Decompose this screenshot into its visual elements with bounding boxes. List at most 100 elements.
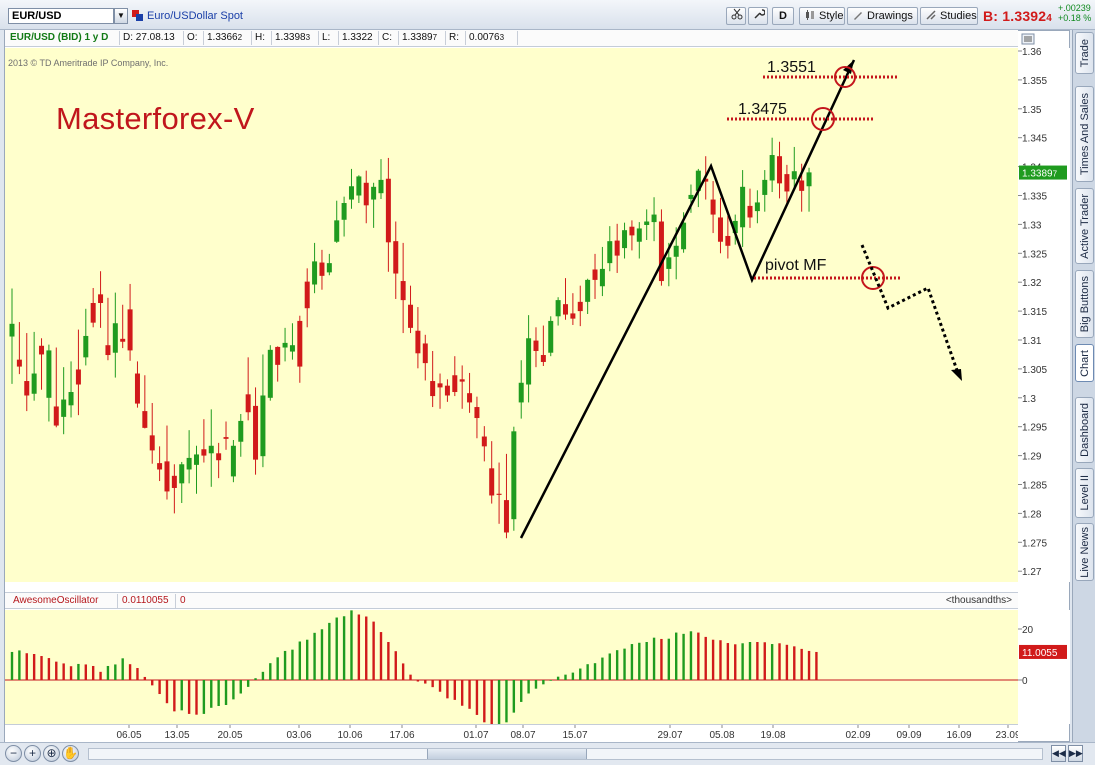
date-axis[interactable]: 06.05 13.05 20.05 03.06 10.06 17.06 01.07 08.07… xyxy=(5,724,1021,742)
wrench-tool-button[interactable] xyxy=(748,7,768,25)
oscillator-secondary-value: 0 xyxy=(175,594,186,608)
open-label: O: xyxy=(183,31,198,45)
tab-chart[interactable]: Chart xyxy=(1075,344,1094,382)
date-tick-label: 23.09 xyxy=(995,730,1018,741)
symbol-dropdown-button[interactable]: ▼ xyxy=(114,8,128,24)
style-button[interactable]: Style xyxy=(799,7,845,25)
tab-live-news[interactable]: Live News xyxy=(1075,523,1094,581)
candle xyxy=(223,421,229,450)
price-tick-label: 1.275 xyxy=(1022,538,1047,549)
candle xyxy=(526,315,532,403)
candle xyxy=(570,293,576,325)
candle xyxy=(201,419,207,463)
oscillator-name[interactable]: AwesomeOscillator xyxy=(13,595,98,606)
scroll-left-button[interactable]: ◀◀ xyxy=(1051,745,1066,762)
symbol-input[interactable]: EUR/USD xyxy=(8,8,114,24)
scissors-tool-button[interactable] xyxy=(726,7,746,25)
candle xyxy=(216,442,222,479)
date-tick-label: 09.09 xyxy=(896,730,921,741)
price-tick-label: 1.27 xyxy=(1022,567,1042,578)
tab-trade[interactable]: Trade xyxy=(1075,32,1094,74)
price-tick-label: 1.325 xyxy=(1022,249,1047,260)
candle xyxy=(157,446,163,482)
oscillator-axis[interactable]: 200-2011.0055 xyxy=(1018,610,1070,738)
candle xyxy=(127,283,133,361)
zoom-in-button[interactable]: + xyxy=(24,745,41,762)
date-tick-label: 13.05 xyxy=(164,730,189,741)
candle xyxy=(371,182,377,228)
minus-icon: − xyxy=(9,746,17,760)
chart-toolbar: EUR/USD ▼ Euro/USDollar Spot D Style Dra… xyxy=(0,0,1095,30)
candle xyxy=(555,297,561,326)
low-label: L: xyxy=(318,31,330,45)
candle xyxy=(253,387,259,475)
pan-button[interactable]: ✋ xyxy=(62,745,79,762)
candle xyxy=(481,426,487,462)
candle xyxy=(563,278,568,320)
price-axis[interactable]: 1.361.3551.351.3451.341.3351.331.3251.32… xyxy=(1018,47,1070,582)
tab-times-and-sales[interactable]: Times And Sales xyxy=(1075,86,1094,182)
candle xyxy=(459,365,465,409)
oscillator-tick-label: 0 xyxy=(1022,676,1028,687)
tab-big-buttons[interactable]: Big Buttons xyxy=(1075,270,1094,338)
price-tick-label: 1.32 xyxy=(1022,278,1042,289)
candle xyxy=(31,331,37,401)
candle xyxy=(171,464,177,514)
candle xyxy=(334,200,340,243)
candle xyxy=(533,327,539,368)
awesome-oscillator-histogram xyxy=(5,610,1018,724)
chart-settings-icon[interactable] xyxy=(1021,33,1035,45)
studies-icon xyxy=(926,10,936,20)
candles xyxy=(9,137,812,539)
candle xyxy=(208,409,214,487)
chart-symbol-period: EUR/USD (BID) 1 y D xyxy=(10,32,109,43)
zoom-fit-button[interactable]: ⊕ xyxy=(43,745,60,762)
period-button[interactable]: D xyxy=(772,7,794,25)
symbol-lookup-icon[interactable] xyxy=(131,9,144,22)
price-tick-label: 1.355 xyxy=(1022,76,1047,87)
date-tick-label: 16.09 xyxy=(946,730,971,741)
date-tick-label: 29.07 xyxy=(657,730,682,741)
date-tick-label: 19.08 xyxy=(760,730,785,741)
candle xyxy=(326,253,332,276)
candle xyxy=(179,461,185,503)
tab-active-trader[interactable]: Active Trader xyxy=(1075,188,1094,264)
candle xyxy=(385,157,391,272)
range-value: 0.00763 xyxy=(465,31,504,45)
copyright-notice: 2013 © TD Ameritrade IP Company, Inc. xyxy=(8,58,169,68)
studies-button[interactable]: Studies xyxy=(920,7,978,25)
low-value: 1.3322 xyxy=(338,31,373,45)
candle xyxy=(341,196,347,237)
chart-bottom-bar: − + ⊕ ✋ ◀◀ ▶▶ xyxy=(0,742,1095,765)
date-tick-label: 05.08 xyxy=(709,730,734,741)
oscillator-axis-labels: 200-2011.0055 xyxy=(1018,625,1067,738)
price-tick-label: 1.28 xyxy=(1022,509,1042,520)
candle xyxy=(90,287,96,328)
candle xyxy=(363,170,369,224)
candle xyxy=(105,297,111,361)
scrollbar-thumb[interactable] xyxy=(427,749,587,759)
bid-price: B: 1.33924 xyxy=(983,8,1053,24)
drawings-button[interactable]: Drawings xyxy=(847,7,918,25)
candle xyxy=(614,223,620,273)
horizontal-scrollbar[interactable] xyxy=(88,748,1043,760)
oscillator-plot-area[interactable] xyxy=(5,610,1018,724)
tab-level-ii[interactable]: Level II xyxy=(1075,468,1094,518)
candle xyxy=(24,333,30,412)
candle xyxy=(186,430,192,484)
change-percent: +0.18 % xyxy=(1058,13,1092,23)
side-tab-strip: Trade Times And Sales Active Trader Big … xyxy=(1072,30,1095,742)
candle xyxy=(769,137,775,193)
price-tick-label: 1.315 xyxy=(1022,307,1047,318)
price-tick-label: 1.3 xyxy=(1022,394,1036,405)
price-tick-label: 1.295 xyxy=(1022,423,1047,434)
candle xyxy=(717,197,723,254)
high-value: 1.33983 xyxy=(271,31,310,45)
tab-dashboard[interactable]: Dashboard xyxy=(1075,397,1094,463)
zoom-out-button[interactable]: − xyxy=(5,745,22,762)
candle xyxy=(68,361,74,418)
open-value: 1.33662 xyxy=(203,31,242,45)
candle xyxy=(444,379,450,402)
scroll-right-button[interactable]: ▶▶ xyxy=(1068,745,1083,762)
date-tick-label: 20.05 xyxy=(217,730,242,741)
